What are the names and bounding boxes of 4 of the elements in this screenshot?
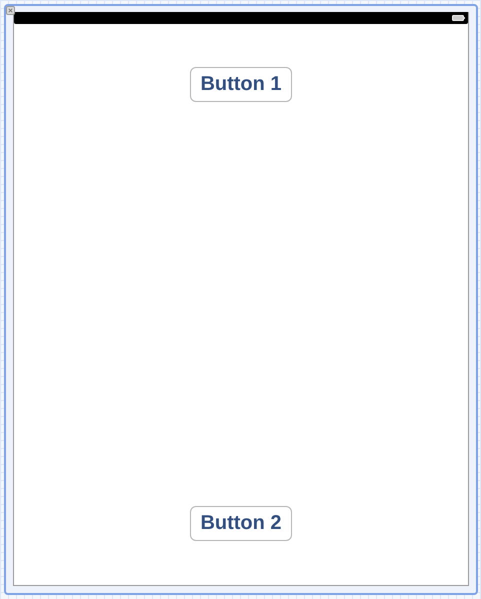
rounded-button[interactable]: Button 2 [190,506,292,541]
rounded-button[interactable]: Button 1 [190,67,292,102]
battery-icon [452,15,465,21]
close-icon[interactable] [6,6,15,15]
